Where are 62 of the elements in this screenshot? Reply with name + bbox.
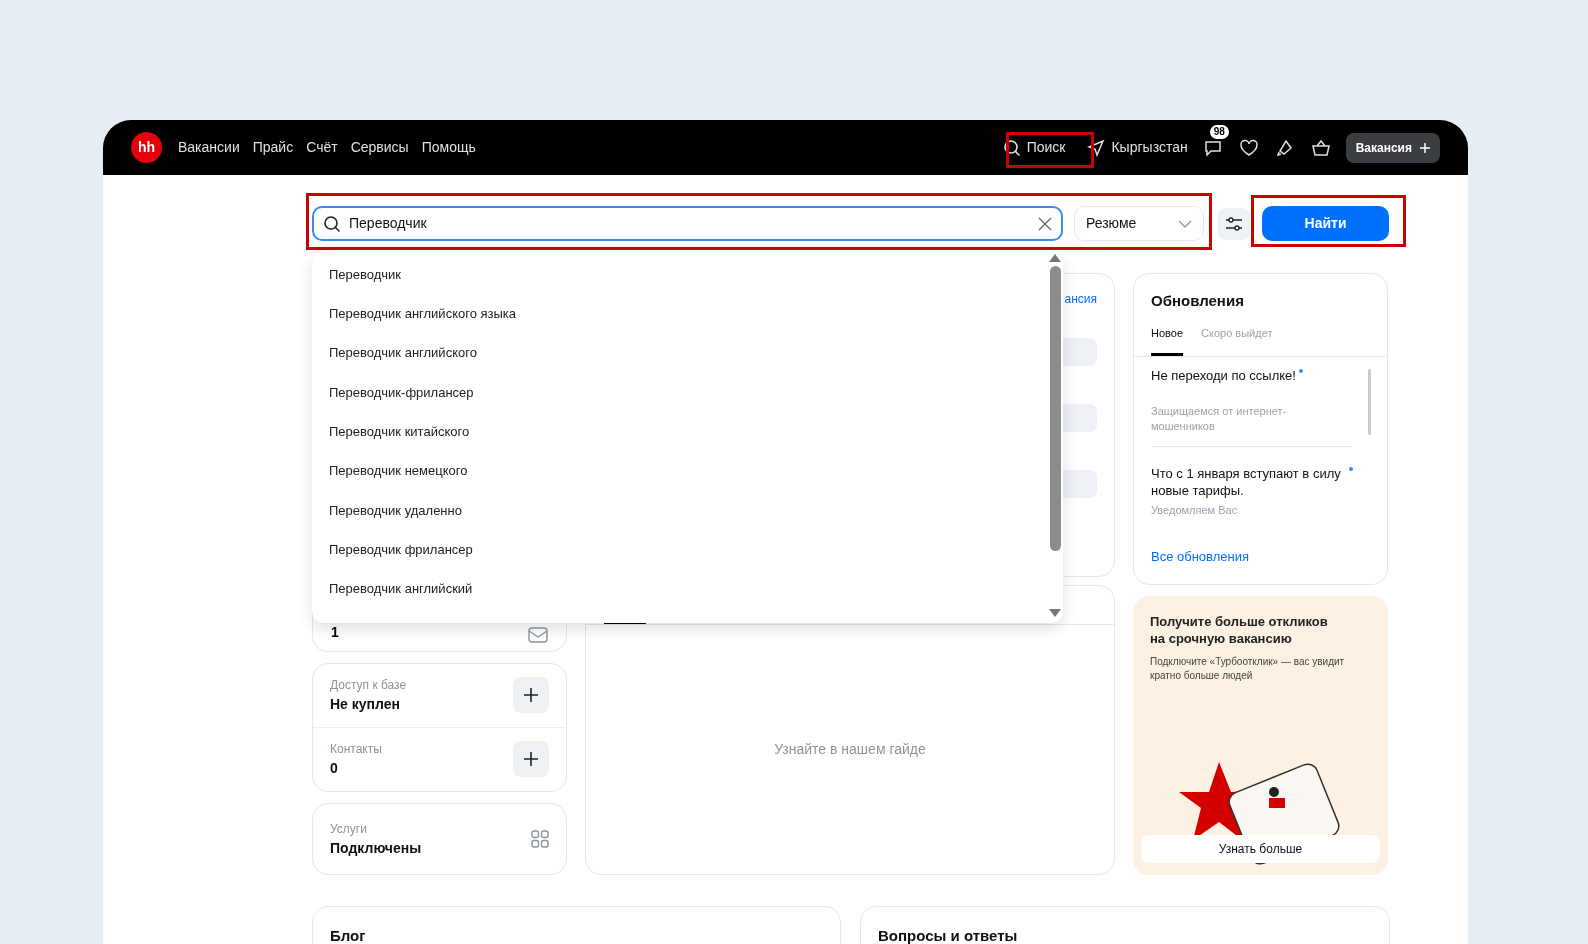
all-updates-link[interactable]: Все обновления	[1151, 546, 1370, 566]
nav-link[interactable]: Сервисы	[350, 137, 409, 158]
update-title[interactable]: Не переходи по ссылке!	[1151, 367, 1296, 384]
update-title[interactable]: Что с 1 января вступают в силу новые тарифы.	[1151, 465, 1346, 499]
card-value: Подключены	[330, 838, 422, 858]
scroll-down-icon[interactable]	[1049, 609, 1061, 617]
card-label: Контакты	[330, 740, 382, 758]
search-icon	[323, 214, 341, 233]
filter-button[interactable]	[1218, 207, 1250, 240]
grid-icon[interactable]	[531, 830, 549, 848]
post-vacancy-button[interactable]: Вакансия	[1345, 132, 1440, 163]
nav-link[interactable]: Помощь	[421, 137, 476, 158]
card-value: Не куплен	[330, 694, 401, 714]
card-label: Доступ к базе	[330, 676, 407, 694]
suggestion-item[interactable]: Переводчик фрилансер	[312, 530, 1047, 570]
guide-text: Узнайте в нашем гайде	[774, 740, 926, 759]
search-link[interactable]: Поиск	[994, 137, 1074, 158]
suggestion-item[interactable]: Переводчик китайского	[312, 412, 1047, 452]
find-button[interactable]: Найти	[1262, 206, 1389, 241]
suggestion-item[interactable]: Переводчик английский	[312, 569, 1047, 609]
section-title: Вопросы и ответы	[878, 927, 1018, 944]
envelope-icon	[528, 627, 548, 643]
promo-text: Подключите «Турбоотклик» — вас увидит кратно больше людей	[1150, 655, 1346, 683]
suggestion-item[interactable]: Переводчик английского языка	[312, 294, 1047, 334]
learn-more-button[interactable]: Узнать больше	[1141, 835, 1380, 863]
card-value: 0	[330, 758, 339, 778]
partial-link[interactable]: ансия	[1064, 290, 1097, 308]
plus-icon	[524, 688, 538, 703]
clear-icon[interactable]	[1038, 216, 1052, 231]
suggestion-item[interactable]: Переводчик немецкого	[312, 451, 1047, 491]
card-value: 1	[331, 623, 339, 642]
region-link[interactable]: Кыргызстан	[1087, 137, 1188, 158]
search-input[interactable]: Переводчик	[349, 213, 1030, 234]
logo-icon[interactable]: hh	[131, 132, 162, 163]
notification-badge: 98	[1209, 124, 1229, 139]
updates-title: Обновления	[1150, 291, 1245, 311]
type-select[interactable]: Резюме	[1074, 206, 1204, 241]
add-button[interactable]	[513, 741, 549, 778]
plus-icon	[524, 752, 538, 767]
send-arrow-icon	[1087, 138, 1106, 157]
promo-title: Получите больше откликов на срочную вакансию	[1150, 613, 1329, 647]
search-icon	[1002, 138, 1021, 157]
nav-link[interactable]: Счёт	[306, 137, 338, 158]
nav-link[interactable]: Вакансии	[178, 137, 240, 158]
sliders-icon	[1225, 215, 1243, 232]
card-label: Услуги	[330, 820, 368, 838]
plus-icon	[1420, 142, 1430, 153]
suggestion-item[interactable]: Переводчик английского	[312, 333, 1047, 373]
suggestion-item[interactable]: Переводчик удаленно	[312, 490, 1047, 531]
nav-link[interactable]: Прайс	[252, 137, 294, 158]
update-subtitle: Уведомляем Вас	[1151, 503, 1239, 518]
tab[interactable]: Новое	[1151, 324, 1184, 356]
update-subtitle: Защищаемся от интернет-мошенников	[1151, 404, 1288, 434]
add-button[interactable]	[513, 677, 549, 714]
suggestion-item[interactable]: Переводчик	[312, 255, 1047, 295]
section-title: Блог	[330, 927, 366, 944]
scroll-up-icon[interactable]	[1049, 254, 1061, 262]
suggestion-item[interactable]: Переводчик-фрилансер	[312, 372, 1047, 413]
scroll-thumb[interactable]	[1049, 266, 1061, 551]
search-bar[interactable]: Переводчик	[312, 206, 1063, 241]
scrollbar[interactable]	[1368, 369, 1371, 435]
chevron-down-icon	[1178, 219, 1192, 228]
